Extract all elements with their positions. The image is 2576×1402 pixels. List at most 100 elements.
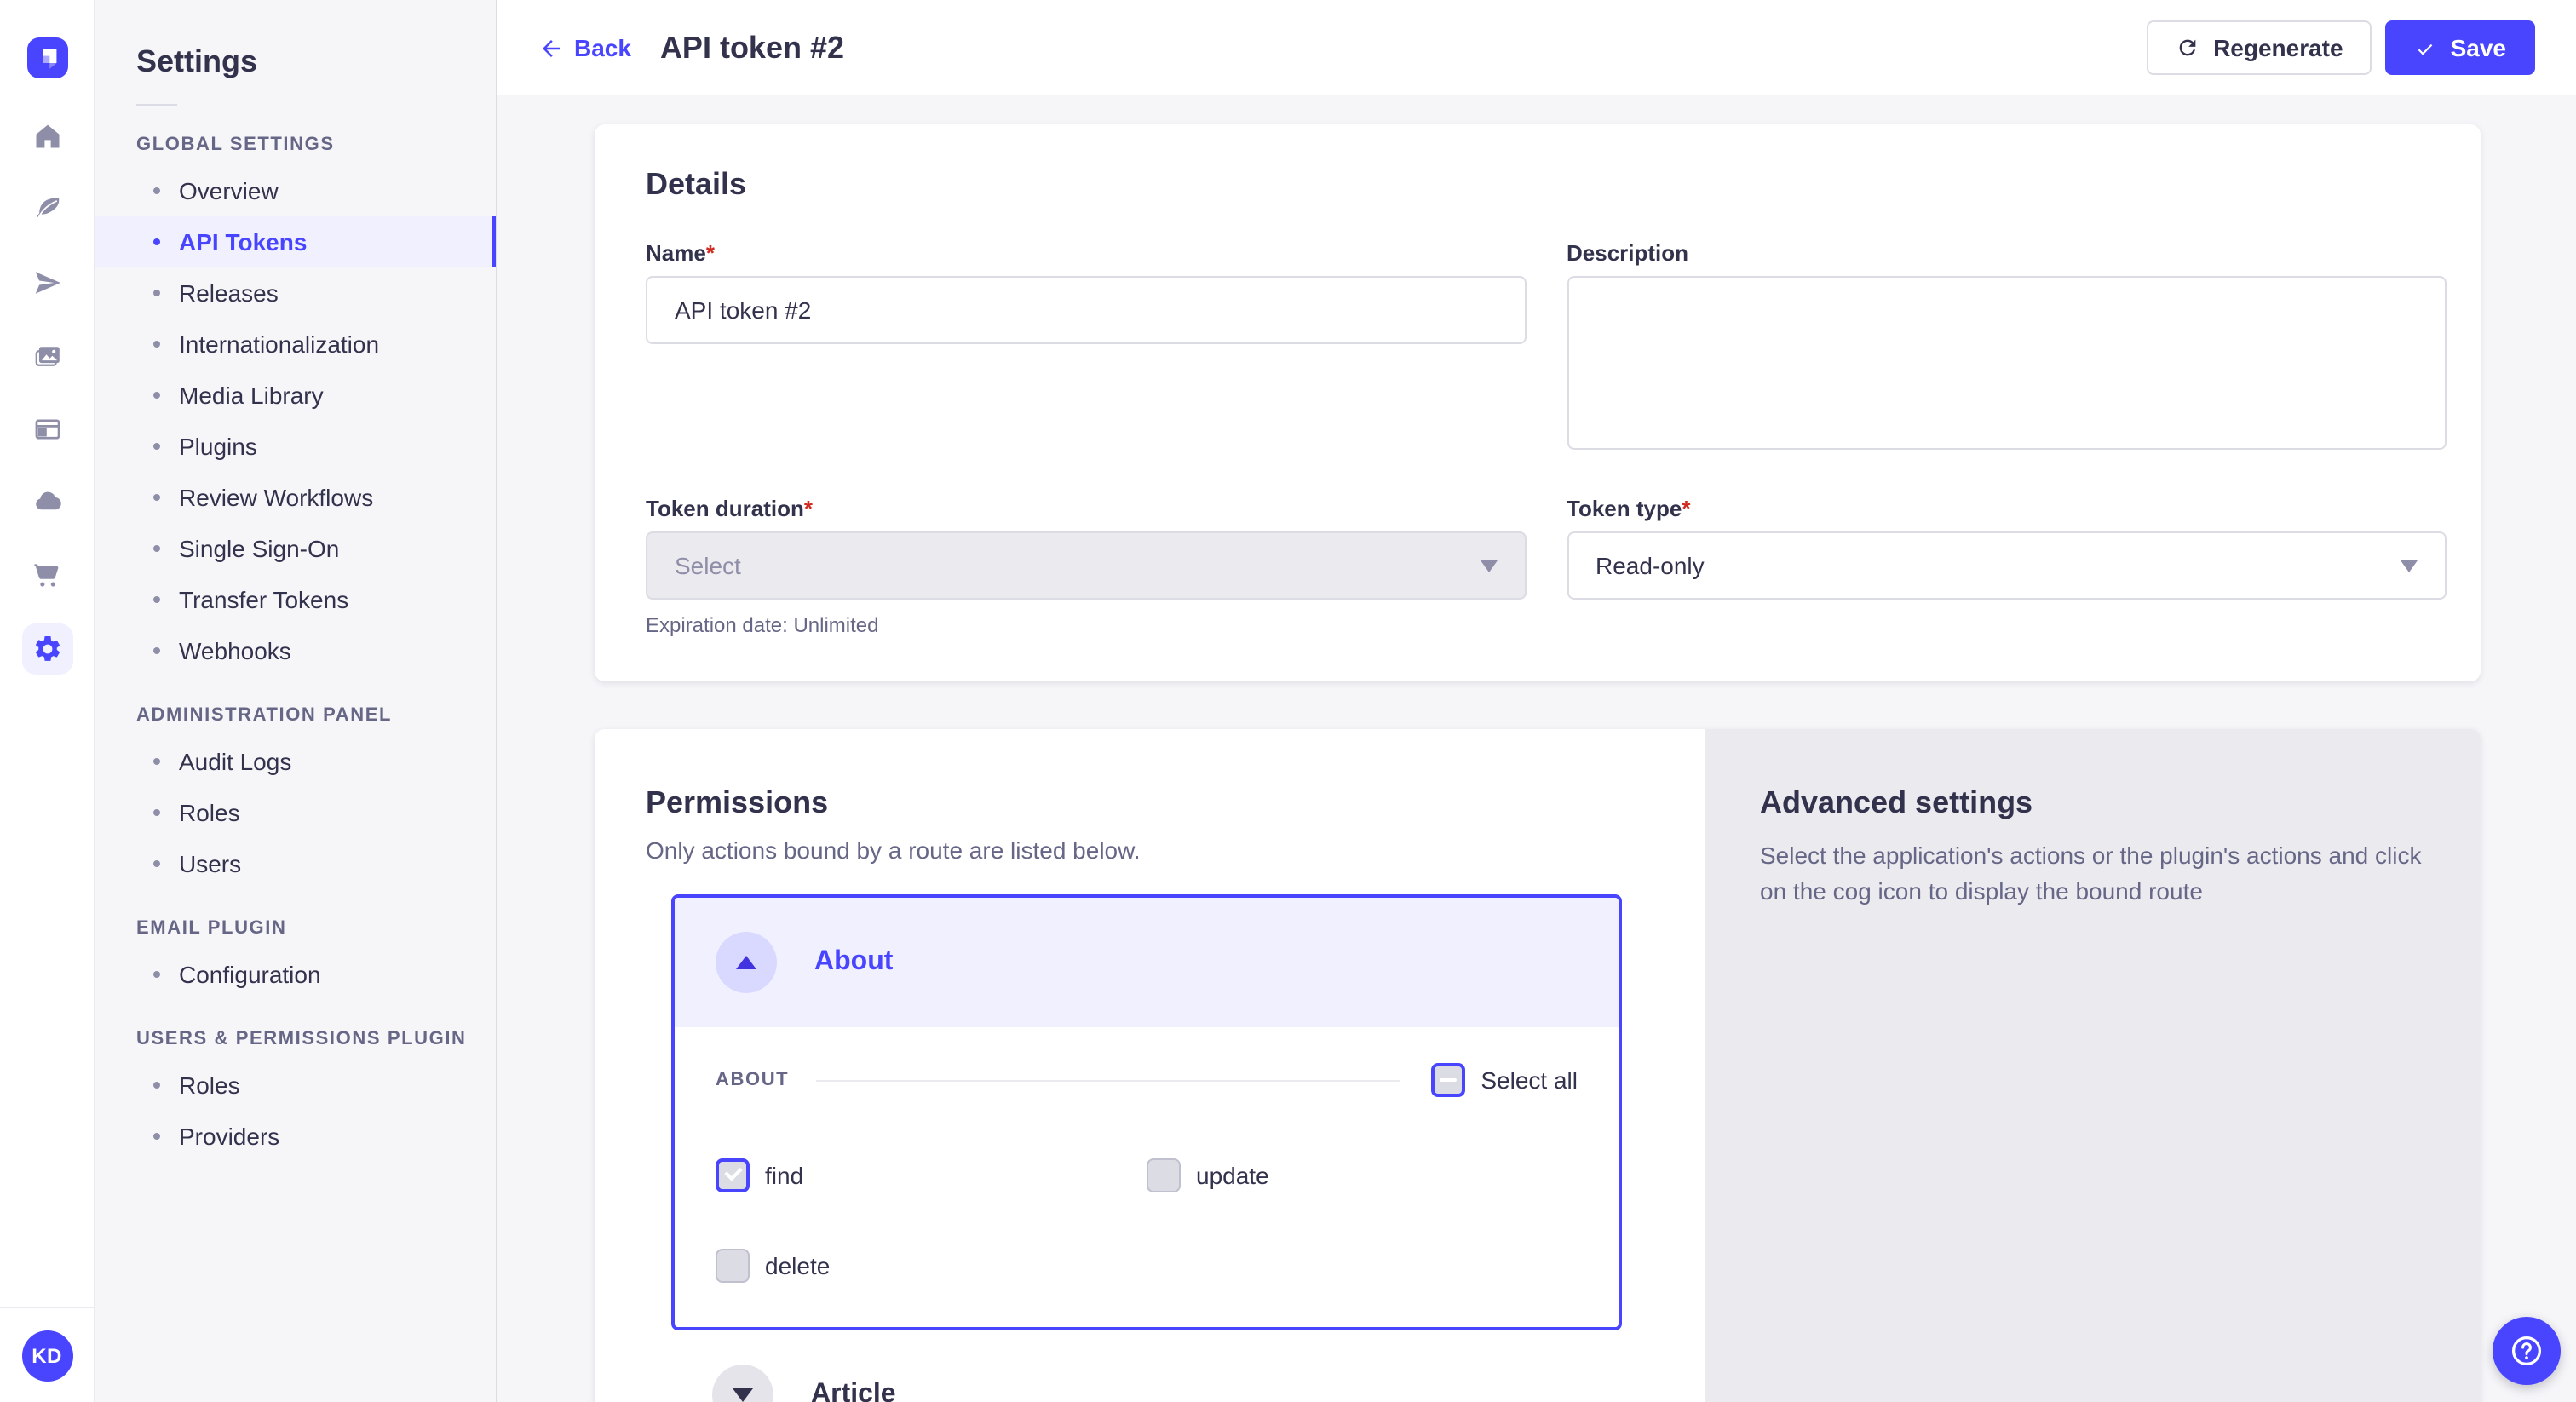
sidebar-item-label: API Tokens [179,228,307,256]
permissions-panel: Permissions Only actions bound by a rout… [595,729,1705,1402]
pictures-icon[interactable] [21,330,72,382]
regenerate-label: Regenerate [2213,34,2343,61]
regenerate-button[interactable]: Regenerate [2147,20,2372,75]
bullet-icon [153,860,160,867]
icon-rail: KD [0,0,95,1402]
bullet-icon [153,1133,160,1140]
sidebar-item-label: Webhooks [179,637,291,664]
sidebar-item-up-roles[interactable]: Roles [95,1060,496,1111]
advanced-settings-heading: Advanced settings [1760,785,2429,821]
nav-section-users-permissions-plugin: USERS & PERMISSIONS PLUGIN [136,1029,496,1049]
token-type-field-group: Token type* Read-only [1567,496,2447,637]
bullet-icon [153,647,160,654]
select-all-label[interactable]: Select all [1481,1066,1578,1094]
strapi-logo-icon[interactable] [26,37,67,78]
token-duration-value: Select [675,552,741,579]
token-duration-select[interactable]: Select [646,531,1526,600]
sidebar-item-transfer-tokens[interactable]: Transfer Tokens [95,574,496,625]
chevron-down-icon [1480,560,1497,572]
sidebar-item-internationalization[interactable]: Internationalization [95,319,496,370]
required-asterisk: * [804,496,813,521]
accordion-article-header[interactable]: Article [646,1365,1647,1402]
sidebar-item-overview[interactable]: Overview [95,165,496,216]
bullet-icon [153,238,160,245]
collapse-button[interactable] [716,932,777,993]
app-root: KD Settings GLOBAL SETTINGS Overview API… [0,0,2576,1402]
bullet-icon [153,443,160,450]
bullet-icon [153,392,160,399]
check-icon [2415,37,2437,59]
sidebar-item-configuration[interactable]: Configuration [95,949,496,1000]
bullet-icon [153,1082,160,1089]
sidebar-item-providers[interactable]: Providers [95,1111,496,1162]
chevron-down-icon [733,1388,753,1402]
nav-section-email-plugin: EMAIL PLUGIN [136,918,496,939]
bullet-icon [153,758,160,765]
permissions-heading: Permissions [646,785,1647,821]
description-textarea[interactable] [1567,276,2447,450]
update-label[interactable]: update [1196,1162,1269,1189]
token-duration-label: Token duration* [646,496,1526,521]
sidebar-item-plugins[interactable]: Plugins [95,421,496,472]
gear-icon[interactable] [21,623,72,675]
permissions-subtitle: Only actions bound by a route are listed… [646,836,1647,864]
find-checkbox[interactable] [716,1158,750,1192]
nav-section-administration-panel: ADMINISTRATION PANEL [136,705,496,726]
name-field-group: Name* [646,240,1526,458]
delete-label[interactable]: delete [765,1252,830,1279]
paper-plane-icon[interactable] [21,257,72,308]
find-label[interactable]: find [765,1162,803,1189]
bullet-icon [153,290,160,296]
chevron-up-icon [736,956,756,969]
sidebar-item-label: Single Sign-On [179,535,339,562]
sidebar-item-label: Audit Logs [179,748,291,775]
page-content: Details Name* Description Token duration… [497,95,2576,1402]
sidebar-item-audit-logs[interactable]: Audit Logs [95,736,496,787]
about-divider-row: ABOUT Select all [716,1063,1578,1097]
chevron-down-icon [2401,560,2418,572]
back-label: Back [574,34,631,61]
sidebar-item-review-workflows[interactable]: Review Workflows [95,472,496,523]
update-checkbox[interactable] [1147,1158,1181,1192]
back-button[interactable]: Back [538,34,631,61]
help-button[interactable] [2493,1317,2561,1385]
sidebar-item-single-sign-on[interactable]: Single Sign-On [95,523,496,574]
accordion-article-title: Article [811,1380,896,1402]
sidebar-item-label: Plugins [179,433,257,460]
accordion-about: About ABOUT Select all [671,894,1622,1330]
sidebar-item-api-tokens[interactable]: API Tokens [95,216,496,267]
save-button[interactable]: Save [2386,20,2535,75]
home-icon[interactable] [21,111,72,162]
name-input[interactable] [646,276,1526,344]
layout-icon[interactable] [21,404,72,455]
bullet-icon [153,341,160,348]
sidebar-item-label: Transfer Tokens [179,586,348,613]
accordion-about-header[interactable]: About [675,898,1619,1027]
about-actions-grid: find update delete [716,1158,1578,1283]
advanced-settings-description: Select the application's actions or the … [1760,838,2429,910]
sidebar-item-admin-roles[interactable]: Roles [95,787,496,838]
required-asterisk: * [706,240,715,266]
advanced-settings-panel: Advanced settings Select the application… [1705,729,2481,1402]
token-type-label: Token type* [1567,496,2447,521]
expand-button[interactable] [712,1365,773,1402]
sidebar-item-releases[interactable]: Releases [95,267,496,319]
save-label: Save [2451,34,2506,61]
nav-section-global-settings: GLOBAL SETTINGS [136,135,496,155]
cart-icon[interactable] [21,550,72,601]
select-all-checkbox[interactable] [1431,1063,1465,1097]
feather-icon[interactable] [21,184,72,235]
delete-checkbox[interactable] [716,1249,750,1283]
sidebar-item-media-library[interactable]: Media Library [95,370,496,421]
token-type-select[interactable]: Read-only [1567,531,2447,600]
token-duration-field-group: Token duration* Select Expiration date: … [646,496,1526,637]
sidebar-item-label: Review Workflows [179,484,373,511]
sidebar-item-users[interactable]: Users [95,838,496,889]
refresh-icon [2176,36,2199,60]
description-label: Description [1567,240,2447,266]
sidebar-item-webhooks[interactable]: Webhooks [95,625,496,676]
page-title: API token #2 [660,30,844,66]
user-avatar[interactable]: KD [21,1330,72,1381]
cloud-icon[interactable] [21,477,72,528]
sidebar-item-label: Users [179,850,241,877]
